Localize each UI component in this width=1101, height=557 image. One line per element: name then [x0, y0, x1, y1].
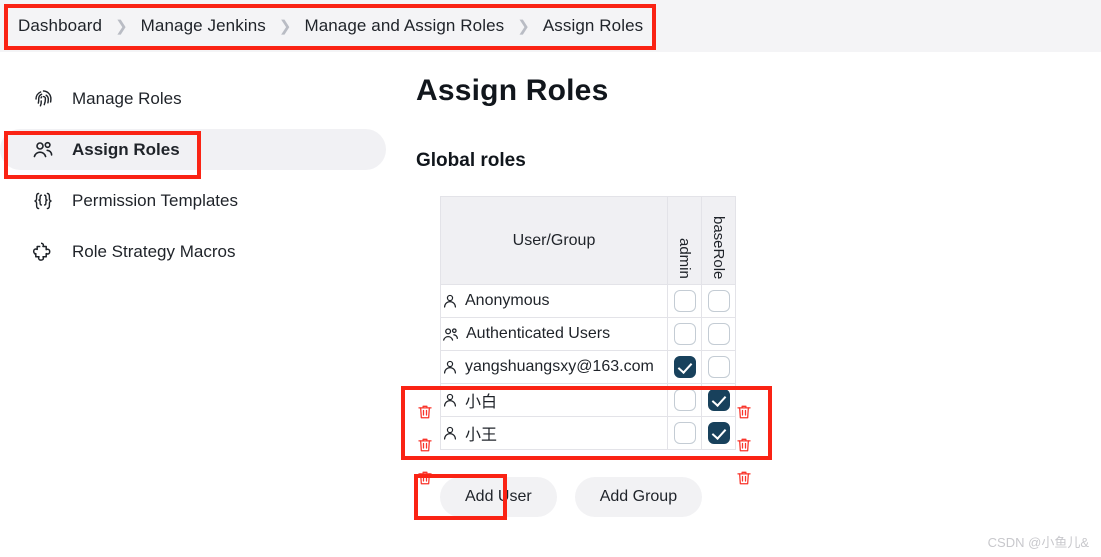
main-content: Assign Roles Global roles User/Group adm… — [416, 74, 751, 485]
user-group-name: 小白 — [465, 394, 498, 411]
global-roles-table: User/Group admin baseRole Anonymous Auth… — [440, 196, 736, 450]
column-header-baserole: baseRole — [701, 196, 736, 285]
admin-checkbox[interactable] — [673, 290, 696, 312]
chevron-right-icon: ❯ — [278, 18, 292, 35]
baserole-checkbox-cell[interactable] — [701, 284, 736, 318]
sidebar-item-label: Manage Roles — [72, 88, 182, 108]
column-header-admin-label: admin — [676, 238, 693, 279]
user-icon — [441, 292, 459, 310]
puzzle-piece-icon — [30, 239, 56, 265]
baserole-checkbox[interactable] — [707, 356, 730, 378]
sidebar: Manage Roles Assign Roles Permission Tem… — [0, 78, 386, 282]
table-row: Authenticated Users — [440, 317, 736, 351]
delete-row-icon-left[interactable] — [416, 469, 434, 487]
chevron-right-icon: ❯ — [115, 18, 128, 35]
watermark: CSDN @小鱼儿& — [987, 535, 1089, 550]
admin-checkbox[interactable] — [673, 389, 696, 411]
breadcrumb: Dashboard ❯ Manage Jenkins ❯ Manage and … — [0, 0, 1101, 52]
user-group-cell: yangshuangsxy@163.com — [440, 350, 668, 384]
admin-checkbox-cell[interactable] — [667, 317, 702, 351]
baserole-checkbox[interactable] — [707, 422, 730, 444]
delete-row-icon-left[interactable] — [416, 436, 434, 454]
baserole-checkbox[interactable] — [707, 323, 730, 345]
breadcrumb-item-manage-jenkins[interactable]: Manage Jenkins — [141, 16, 266, 36]
user-group-cell: Authenticated Users — [440, 317, 668, 351]
column-header-baserole-label: baseRole — [710, 215, 727, 279]
add-user-button[interactable]: Add User — [440, 477, 557, 517]
breadcrumb-item-dashboard[interactable]: Dashboard — [18, 16, 102, 36]
sidebar-item-role-strategy-macros[interactable]: Role Strategy Macros — [0, 231, 386, 272]
table-row: yangshuangsxy@163.com — [440, 350, 736, 384]
baserole-checkbox-cell[interactable] — [701, 383, 736, 417]
sidebar-item-permission-templates[interactable]: Permission Templates — [0, 180, 386, 221]
delete-row-icon-right[interactable] — [735, 469, 753, 487]
admin-checkbox-cell[interactable] — [667, 350, 702, 384]
table-action-buttons: Add User Add Group — [440, 477, 703, 517]
delete-row-icon-left[interactable] — [416, 403, 434, 421]
column-header-user-group: User/Group — [440, 196, 668, 285]
table-row: 小王 — [440, 416, 736, 450]
table-row: Anonymous — [440, 284, 736, 318]
admin-checkbox[interactable] — [673, 356, 696, 378]
user-group-cell: 小白 — [440, 383, 668, 417]
user-icon — [441, 358, 459, 376]
user-group-name: yangshuangsxy@163.com — [465, 358, 654, 375]
user-icon — [441, 424, 459, 442]
admin-checkbox-cell[interactable] — [667, 383, 702, 417]
sidebar-item-manage-roles[interactable]: Manage Roles — [0, 78, 386, 119]
fingerprint-icon — [30, 86, 56, 112]
admin-checkbox-cell[interactable] — [667, 284, 702, 318]
section-title-global-roles: Global roles — [416, 150, 526, 171]
sidebar-item-label: Role Strategy Macros — [72, 241, 236, 261]
column-header-admin: admin — [667, 196, 702, 285]
table-body: Anonymous Authenticated Users yangshuang… — [440, 284, 736, 450]
baserole-checkbox-cell[interactable] — [701, 416, 736, 450]
curly-braces-icon — [30, 188, 56, 214]
baserole-checkbox-cell[interactable] — [701, 317, 736, 351]
add-group-button[interactable]: Add Group — [574, 477, 703, 517]
user-group-name: 小王 — [465, 427, 498, 444]
chevron-right-icon: ❯ — [517, 18, 530, 35]
people-icon — [30, 137, 56, 163]
sidebar-item-label: Permission Templates — [72, 190, 238, 210]
admin-checkbox-cell[interactable] — [667, 416, 702, 450]
table-header: User/Group admin baseRole — [440, 196, 736, 285]
users-icon — [441, 325, 460, 344]
user-icon — [441, 391, 459, 409]
sidebar-item-assign-roles[interactable]: Assign Roles — [0, 129, 386, 170]
admin-checkbox[interactable] — [673, 422, 696, 444]
user-group-cell: 小王 — [440, 416, 668, 450]
page-title: Assign Roles — [416, 74, 609, 107]
delete-row-icon-right[interactable] — [735, 403, 753, 421]
baserole-checkbox-cell[interactable] — [701, 350, 736, 384]
breadcrumb-item-assign-roles[interactable]: Assign Roles — [543, 16, 643, 36]
table-header-row: User/Group admin baseRole — [440, 196, 736, 285]
user-group-name: Anonymous — [465, 292, 550, 309]
delete-row-icon-right[interactable] — [735, 436, 753, 454]
global-roles-table-wrap: User/Group admin baseRole Anonymous Auth… — [416, 196, 751, 485]
table-row: 小白 — [440, 383, 736, 417]
admin-checkbox[interactable] — [673, 323, 696, 345]
user-group-name: Authenticated Users — [466, 325, 611, 342]
baserole-checkbox[interactable] — [707, 290, 730, 312]
app-root: Dashboard ❯ Manage Jenkins ❯ Manage and … — [0, 0, 1101, 557]
breadcrumb-item-manage-and-assign-roles[interactable]: Manage and Assign Roles — [304, 16, 504, 36]
user-group-cell: Anonymous — [440, 284, 668, 318]
sidebar-item-label: Assign Roles — [72, 139, 180, 159]
baserole-checkbox[interactable] — [707, 389, 730, 411]
